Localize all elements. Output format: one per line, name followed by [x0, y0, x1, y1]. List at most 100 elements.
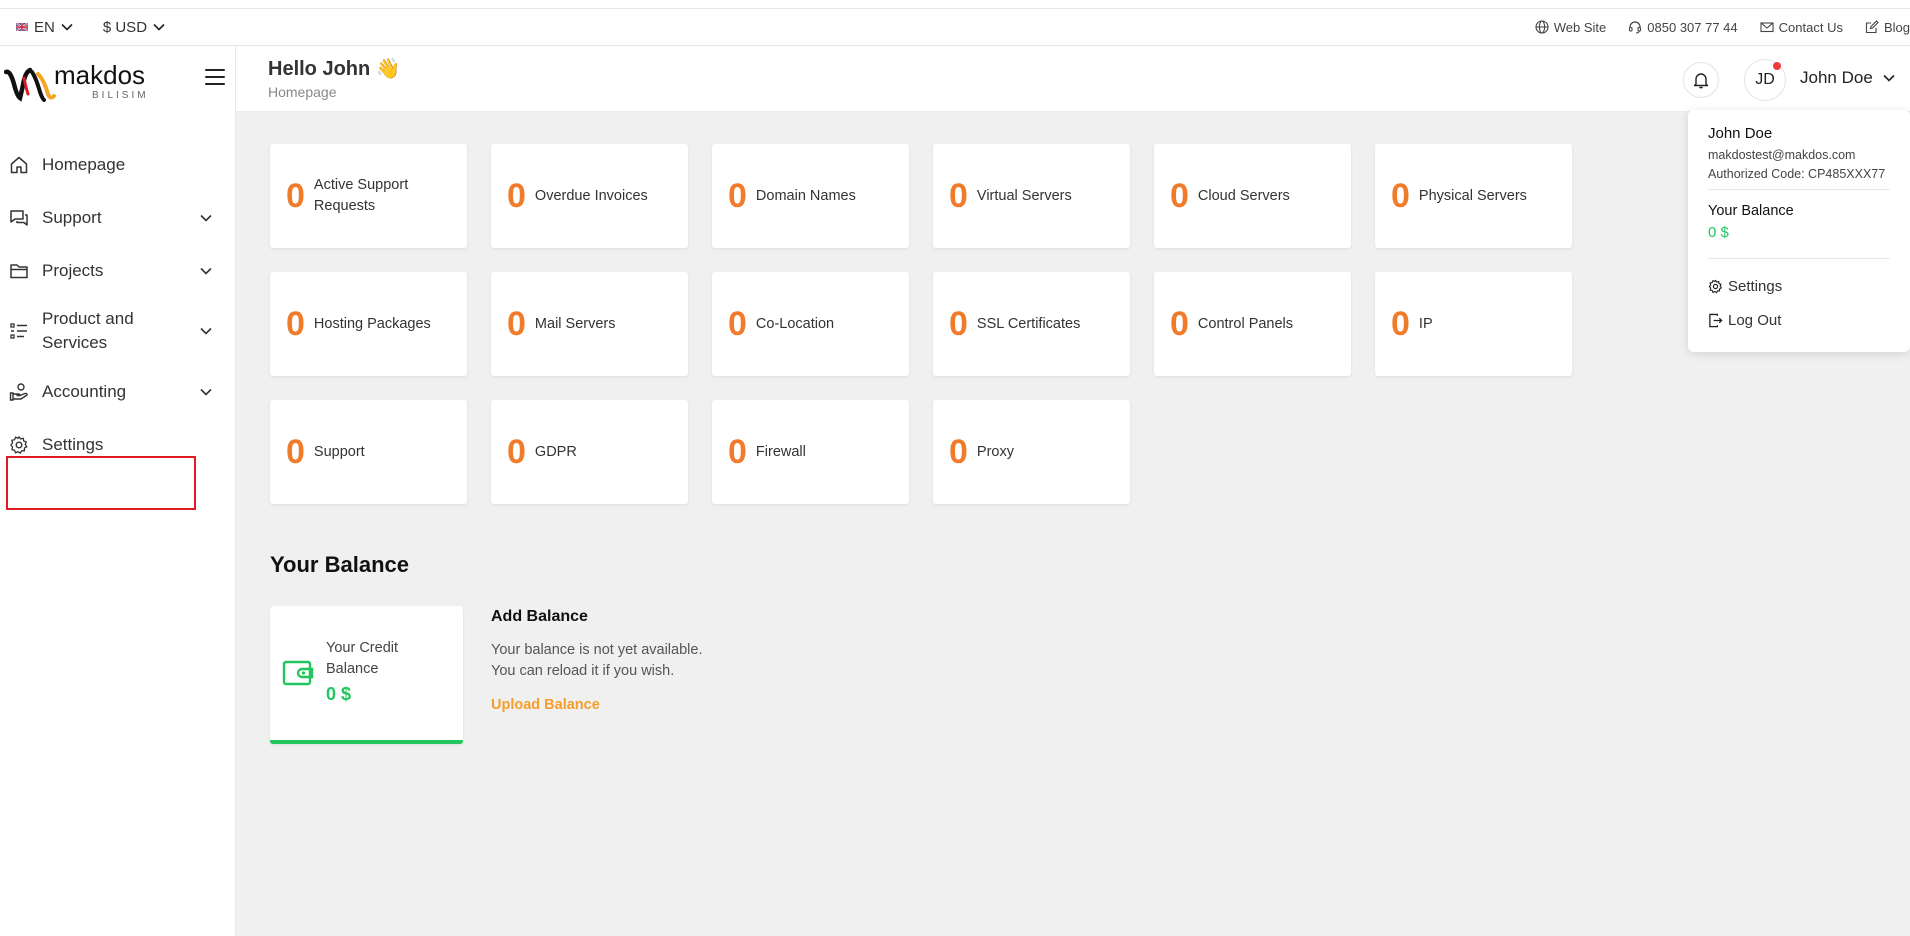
- stat-value: 0: [286, 433, 305, 471]
- credit-balance-value: 0 $: [326, 684, 352, 704]
- stat-value: 0: [507, 433, 526, 471]
- breadcrumb[interactable]: Homepage: [268, 84, 337, 100]
- stat-card-gdpr[interactable]: 0 GDPR: [491, 400, 688, 504]
- stat-label: SSL Certificates: [976, 315, 1081, 332]
- stat-card-firewall[interactable]: 0 Firewall: [712, 400, 909, 504]
- add-balance-text: You can reload it if you wish.: [491, 663, 675, 679]
- headset-icon: [1629, 21, 1642, 34]
- phone-link[interactable]: 0850 307 77 44: [1628, 19, 1738, 35]
- stat-label: Control Panels: [1197, 315, 1294, 332]
- blog-label: Blog: [1883, 19, 1910, 35]
- dropdown-balance-value: 0 $: [1708, 224, 1729, 241]
- sidebar-item-projects[interactable]: Projects: [0, 244, 236, 297]
- chevron-down-icon: [153, 23, 165, 31]
- stat-label: Cloud Servers: [1197, 187, 1290, 204]
- edit-icon: [1865, 20, 1879, 34]
- stat-label: Overdue Invoices: [534, 187, 648, 204]
- avatar[interactable]: JD: [1744, 59, 1786, 101]
- stat-card-active-support-requests[interactable]: 0 Active Support Requests: [270, 144, 467, 248]
- hand-coin-icon: [9, 382, 28, 401]
- dropdown-logout-label: Log Out: [1728, 312, 1782, 329]
- makdos-logo[interactable]: makdos BILISIM: [4, 54, 174, 104]
- stat-value: 0: [949, 305, 968, 343]
- dropdown-authorized-code: Authorized Code: CP485XXX77: [1708, 167, 1886, 181]
- logout-icon: [1709, 313, 1723, 328]
- stat-value: 0: [286, 305, 305, 343]
- user-menu-toggle[interactable]: John Doe: [1800, 68, 1895, 88]
- stat-card-control-panels[interactable]: 0 Control Panels: [1154, 272, 1351, 376]
- chevron-down-icon: [200, 388, 212, 396]
- sidebar-nav: Homepage Support Projects Product and Se…: [0, 138, 236, 471]
- sidebar-item-label: Product and Services: [42, 309, 134, 352]
- website-label: Web Site: [1553, 19, 1607, 35]
- sidebar-item-accounting[interactable]: Accounting: [0, 365, 236, 418]
- stat-label: Hosting Packages: [313, 315, 431, 332]
- stat-value: 0: [1391, 177, 1410, 215]
- dropdown-user-email: makdostest@makdos.com: [1708, 148, 1856, 162]
- dropdown-settings-item[interactable]: Settings: [1708, 278, 1782, 295]
- chevron-down-icon: [200, 327, 212, 335]
- stat-label: Active Support Requests: [313, 177, 409, 214]
- credit-balance-label: Your Credit Balance: [326, 640, 399, 677]
- stat-value: 0: [728, 177, 747, 215]
- stat-value: 0: [1170, 177, 1189, 215]
- menu-toggle-button[interactable]: [205, 68, 227, 86]
- stat-card-mail-servers[interactable]: 0 Mail Servers: [491, 272, 688, 376]
- stat-card-ssl-certificates[interactable]: 0 SSL Certificates: [933, 272, 1130, 376]
- language-select[interactable]: EN: [16, 19, 73, 36]
- stat-card-domain-names[interactable]: 0 Domain Names: [712, 144, 909, 248]
- credit-balance-card: Your Credit Balance 0 $: [270, 606, 463, 744]
- stat-label: Mail Servers: [534, 315, 616, 332]
- stat-card-co-location[interactable]: 0 Co-Location: [712, 272, 909, 376]
- uk-flag-icon: [16, 23, 28, 31]
- stat-card-support[interactable]: 0 Support: [270, 400, 467, 504]
- stat-card-ip[interactable]: 0 IP: [1375, 272, 1572, 376]
- dropdown-settings-label: Settings: [1728, 278, 1783, 295]
- user-dropdown-menu: John Doe makdostest@makdos.com Authorize…: [1688, 110, 1910, 352]
- mail-icon: [1760, 22, 1774, 33]
- add-balance-text: Your balance is not yet available.: [491, 642, 703, 658]
- sidebar-item-product-services[interactable]: Product and Services: [0, 297, 236, 365]
- wallet-icon: [282, 660, 314, 686]
- stat-card-physical-servers[interactable]: 0 Physical Servers: [1375, 144, 1572, 248]
- sidebar-item-label: Settings: [42, 434, 104, 454]
- website-link[interactable]: Web Site: [1535, 19, 1607, 35]
- stat-card-proxy[interactable]: 0 Proxy: [933, 400, 1130, 504]
- dropdown-logout-item[interactable]: Log Out: [1708, 312, 1781, 329]
- chevron-down-icon: [200, 267, 212, 275]
- stat-value: 0: [1170, 305, 1189, 343]
- stat-card-overdue-invoices[interactable]: 0 Overdue Invoices: [491, 144, 688, 248]
- stat-value: 0: [949, 433, 968, 471]
- sidebar-item-label: Accounting: [42, 381, 127, 401]
- svg-text:makdos: makdos: [54, 60, 145, 90]
- sidebar: makdos BILISIM Homepage Support Projects…: [0, 46, 236, 936]
- stat-label: Support: [313, 443, 365, 460]
- greeting-title: Hello John 👋: [268, 58, 401, 80]
- add-balance-title: Add Balance: [491, 608, 588, 625]
- chat-icon: [10, 209, 28, 226]
- notifications-button[interactable]: [1683, 62, 1719, 98]
- stat-value: 0: [728, 305, 747, 343]
- phone-label: 0850 307 77 44: [1647, 19, 1738, 35]
- currency-select[interactable]: $ USD: [103, 19, 165, 36]
- list-icon: [10, 323, 27, 339]
- gear-icon: [1708, 279, 1722, 294]
- chevron-down-icon: [1883, 74, 1895, 82]
- contact-link[interactable]: Contact Us: [1760, 20, 1843, 35]
- globe-icon: [1535, 20, 1549, 34]
- stat-card-hosting-packages[interactable]: 0 Hosting Packages: [270, 272, 467, 376]
- stat-card-cloud-servers[interactable]: 0 Cloud Servers: [1154, 144, 1351, 248]
- sidebar-item-homepage[interactable]: Homepage: [0, 138, 236, 191]
- stat-card-virtual-servers[interactable]: 0 Virtual Servers: [933, 144, 1130, 248]
- sidebar-item-support[interactable]: Support: [0, 191, 236, 244]
- currency-label: $ USD: [102, 18, 148, 36]
- stat-label: IP: [1418, 315, 1433, 332]
- stat-value: 0: [1391, 305, 1410, 343]
- blog-link[interactable]: Blog: [1865, 20, 1910, 35]
- top-bar: EN $ USD Web Site 0850 307 77 44 Contact…: [0, 8, 1910, 46]
- stat-value: 0: [507, 305, 526, 343]
- chevron-down-icon: [200, 214, 212, 222]
- stat-value: 0: [507, 177, 526, 215]
- contact-label: Contact Us: [1778, 19, 1843, 35]
- upload-balance-link[interactable]: Upload Balance: [491, 697, 600, 713]
